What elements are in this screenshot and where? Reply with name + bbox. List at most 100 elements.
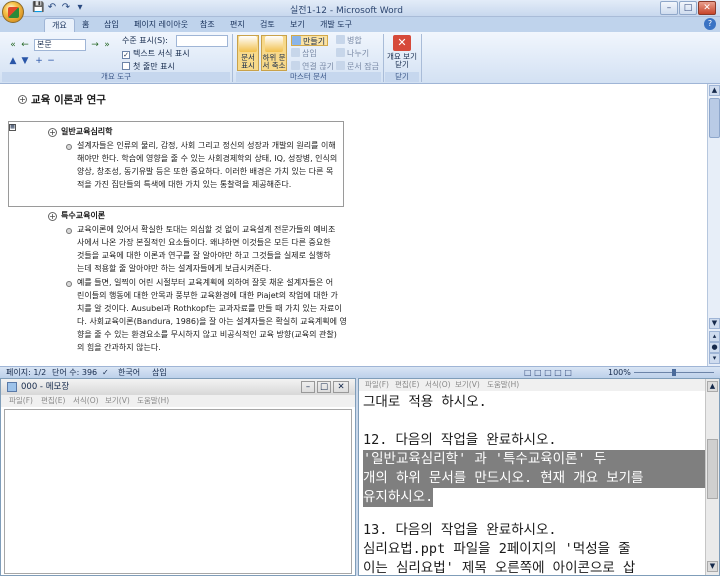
- scroll-up-icon[interactable]: ▲: [707, 381, 718, 392]
- outline-expand-icon[interactable]: +: [48, 128, 57, 137]
- menu-edit[interactable]: 편집(E): [395, 379, 419, 391]
- word-count[interactable]: 단어 수: 396: [52, 367, 97, 378]
- notepad-minimize-button[interactable]: –: [301, 381, 315, 393]
- collapse-icon[interactable]: −: [46, 56, 56, 66]
- split-subdoc-button[interactable]: 나누기: [336, 48, 369, 59]
- notepad-menu-bar: 파일(F) 편집(E) 서식(O) 보기(V) 도움말(H): [1, 395, 355, 407]
- notepad-maximize-button[interactable]: □: [317, 381, 331, 393]
- scroll-thumb[interactable]: [707, 439, 718, 499]
- merge-subdoc-button[interactable]: 병합: [336, 35, 362, 46]
- outline-expand-icon[interactable]: +: [48, 212, 57, 221]
- show-level-select[interactable]: [176, 35, 228, 47]
- undo-icon[interactable]: ↶: [46, 2, 58, 14]
- tab-page-layout[interactable]: 페이지 레이아웃: [127, 18, 195, 32]
- menu-edit[interactable]: 편집(E): [41, 395, 65, 407]
- ribbon: « ← 본문 → » ▲ ▼ + − 수준 표시(S): ✓ 텍스트 서식 표시 …: [0, 32, 720, 84]
- menu-help[interactable]: 도움말(H): [487, 379, 519, 391]
- merge-icon: [336, 35, 345, 44]
- zoom-slider-thumb[interactable]: [672, 369, 676, 376]
- notepad-text-area[interactable]: [4, 409, 352, 574]
- tab-home[interactable]: 홈: [75, 18, 96, 32]
- tab-outline[interactable]: 개요: [44, 18, 75, 32]
- body-line: 설계자들은 인류의 물리, 감정, 사회 그리고 정신의 성장과 개발의 원리를…: [77, 141, 336, 150]
- minimize-button[interactable]: –: [660, 1, 678, 15]
- instruction-line: 이는 심리요법' 제목 오른쪽에 아이콘으로 삽: [363, 560, 636, 576]
- menu-format[interactable]: 서식(O): [425, 379, 451, 391]
- tab-mailings[interactable]: 편지: [223, 18, 252, 32]
- move-down-icon[interactable]: ▼: [20, 56, 30, 66]
- help-icon[interactable]: ?: [704, 18, 716, 30]
- menu-file[interactable]: 파일(F): [365, 379, 389, 391]
- scroll-up-icon[interactable]: ▲: [709, 85, 720, 96]
- create-icon: [292, 36, 301, 45]
- body-line: 해야만 한다. 학습에 영향을 줄 수 있는 사회경제학의 상태, IQ, 성장…: [77, 154, 338, 163]
- show-first-line-checkbox[interactable]: 첫 줄만 표시: [122, 61, 175, 72]
- body-line: 예를 들면, 일찍이 어린 시절부터 교육계획에 의하여 잘못 채운 설계자들은…: [77, 278, 334, 287]
- body-bullet-icon: [66, 144, 72, 150]
- save-icon[interactable]: 💾: [32, 2, 44, 14]
- menu-view[interactable]: 보기(V): [455, 379, 480, 391]
- insert-subdoc-button[interactable]: 삽입: [291, 48, 317, 59]
- body-line: 사에서 나온 가장 본질적인 요소들이다. 왜냐하면 이것들은 모든 다른 중요…: [77, 238, 331, 247]
- lock-document-button[interactable]: 문서 잠금: [336, 61, 379, 72]
- outline-tools-group-label: 개요 도구: [2, 72, 230, 82]
- office-logo-icon: [8, 7, 19, 18]
- tab-developer[interactable]: 개발 도구: [313, 18, 359, 32]
- view-buttons[interactable]: □ □ □ □ □: [524, 367, 572, 378]
- next-page-icon[interactable]: ▾: [709, 353, 720, 364]
- close-outline-button[interactable]: ✕ 개요 보기 닫기: [386, 35, 418, 71]
- tab-review[interactable]: 검토: [253, 18, 282, 32]
- prev-page-icon[interactable]: ▴: [709, 331, 720, 342]
- show-text-format-checkbox[interactable]: ✓ 텍스트 서식 표시: [122, 48, 190, 59]
- page-indicator[interactable]: 페이지: 1/2: [6, 367, 46, 378]
- group-separator: [232, 34, 233, 82]
- language-indicator[interactable]: 한국어: [118, 367, 140, 378]
- scroll-down-icon[interactable]: ▼: [709, 318, 720, 329]
- body-line: 양상, 창조성, 동기유발 등은 또한 중요하다. 이러한 배경은 가치 있는 …: [77, 167, 334, 176]
- body-line: 치를 알 것이다. Ausubel과 Rothkopf는 교과자료를 만들 때 …: [77, 304, 342, 313]
- redo-icon[interactable]: ↷: [60, 2, 72, 14]
- menu-file[interactable]: 파일(F): [9, 395, 33, 407]
- expand-icon[interactable]: +: [34, 56, 44, 66]
- body-line: 적을 가진 집단들의 특색에 대한 가치 있는 통찰력을 제공해준다.: [77, 180, 292, 189]
- zoom-level[interactable]: 100%: [608, 367, 631, 378]
- collapse-subdocs-button[interactable]: 하위 문서 축소: [261, 35, 287, 71]
- outline-expand-icon[interactable]: +: [18, 95, 27, 104]
- tab-insert[interactable]: 삽입: [97, 18, 126, 32]
- body-line: 는데 적용할 줄 알아야만 하는 설계자들에게 보급시켜준다.: [77, 264, 272, 273]
- show-document-button[interactable]: 문서 표시: [237, 35, 259, 71]
- tab-references[interactable]: 참조: [193, 18, 222, 32]
- promote-icon[interactable]: ←: [20, 40, 30, 50]
- create-subdoc-button[interactable]: 만들기: [291, 35, 329, 46]
- scroll-down-icon[interactable]: ▼: [707, 561, 718, 572]
- demote-to-body-icon[interactable]: »: [102, 40, 112, 50]
- menu-help[interactable]: 도움말(H): [137, 395, 169, 407]
- close-button[interactable]: ✕: [698, 1, 716, 15]
- subdocument-icon[interactable]: ▩: [9, 124, 16, 131]
- instructions-text-area[interactable]: 그대로 적용 하시오. 12. 다음의 작업을 완료하시오. '일반교육심리학'…: [359, 391, 707, 576]
- notepad-close-button[interactable]: ✕: [333, 381, 349, 393]
- promote-to-heading1-icon[interactable]: «: [8, 40, 18, 50]
- tab-view[interactable]: 보기: [283, 18, 312, 32]
- body-line: 린이들의 행동에 대한 안목과 풍부한 교육환경에 대한 Piajet의 작업에…: [77, 291, 338, 300]
- group-separator: [421, 34, 422, 82]
- maximize-button[interactable]: □: [679, 1, 697, 15]
- show-level-label: 수준 표시(S):: [122, 36, 168, 45]
- instructions-scrollbar[interactable]: ▲ ▼: [705, 379, 719, 575]
- outline-level-select[interactable]: 본문: [34, 39, 86, 51]
- insert-mode[interactable]: 삽입: [152, 367, 167, 378]
- browse-object-icon[interactable]: ●: [709, 342, 720, 353]
- menu-format[interactable]: 서식(O): [73, 395, 99, 407]
- demote-icon[interactable]: →: [90, 40, 100, 50]
- instruction-line: 13. 다음의 작업을 완료하시오.: [363, 522, 557, 538]
- move-up-icon[interactable]: ▲: [8, 56, 18, 66]
- vertical-scrollbar[interactable]: ▲ ▼ ▴ ● ▾: [707, 84, 720, 366]
- unlink-subdoc-button[interactable]: 연결 끊기: [291, 61, 334, 72]
- menu-view[interactable]: 보기(V): [105, 395, 130, 407]
- word-window: 💾 ↶ ↷ ▾ 실전1-12 - Microsoft Word – □ ✕ 개요…: [0, 0, 720, 378]
- scroll-thumb[interactable]: [709, 98, 720, 138]
- qat-dropdown-icon[interactable]: ▾: [74, 2, 86, 14]
- body-line: 의 힘을 간과하지 않는다.: [77, 343, 161, 352]
- proofing-icon[interactable]: ✓: [102, 367, 109, 378]
- office-button[interactable]: [2, 1, 24, 23]
